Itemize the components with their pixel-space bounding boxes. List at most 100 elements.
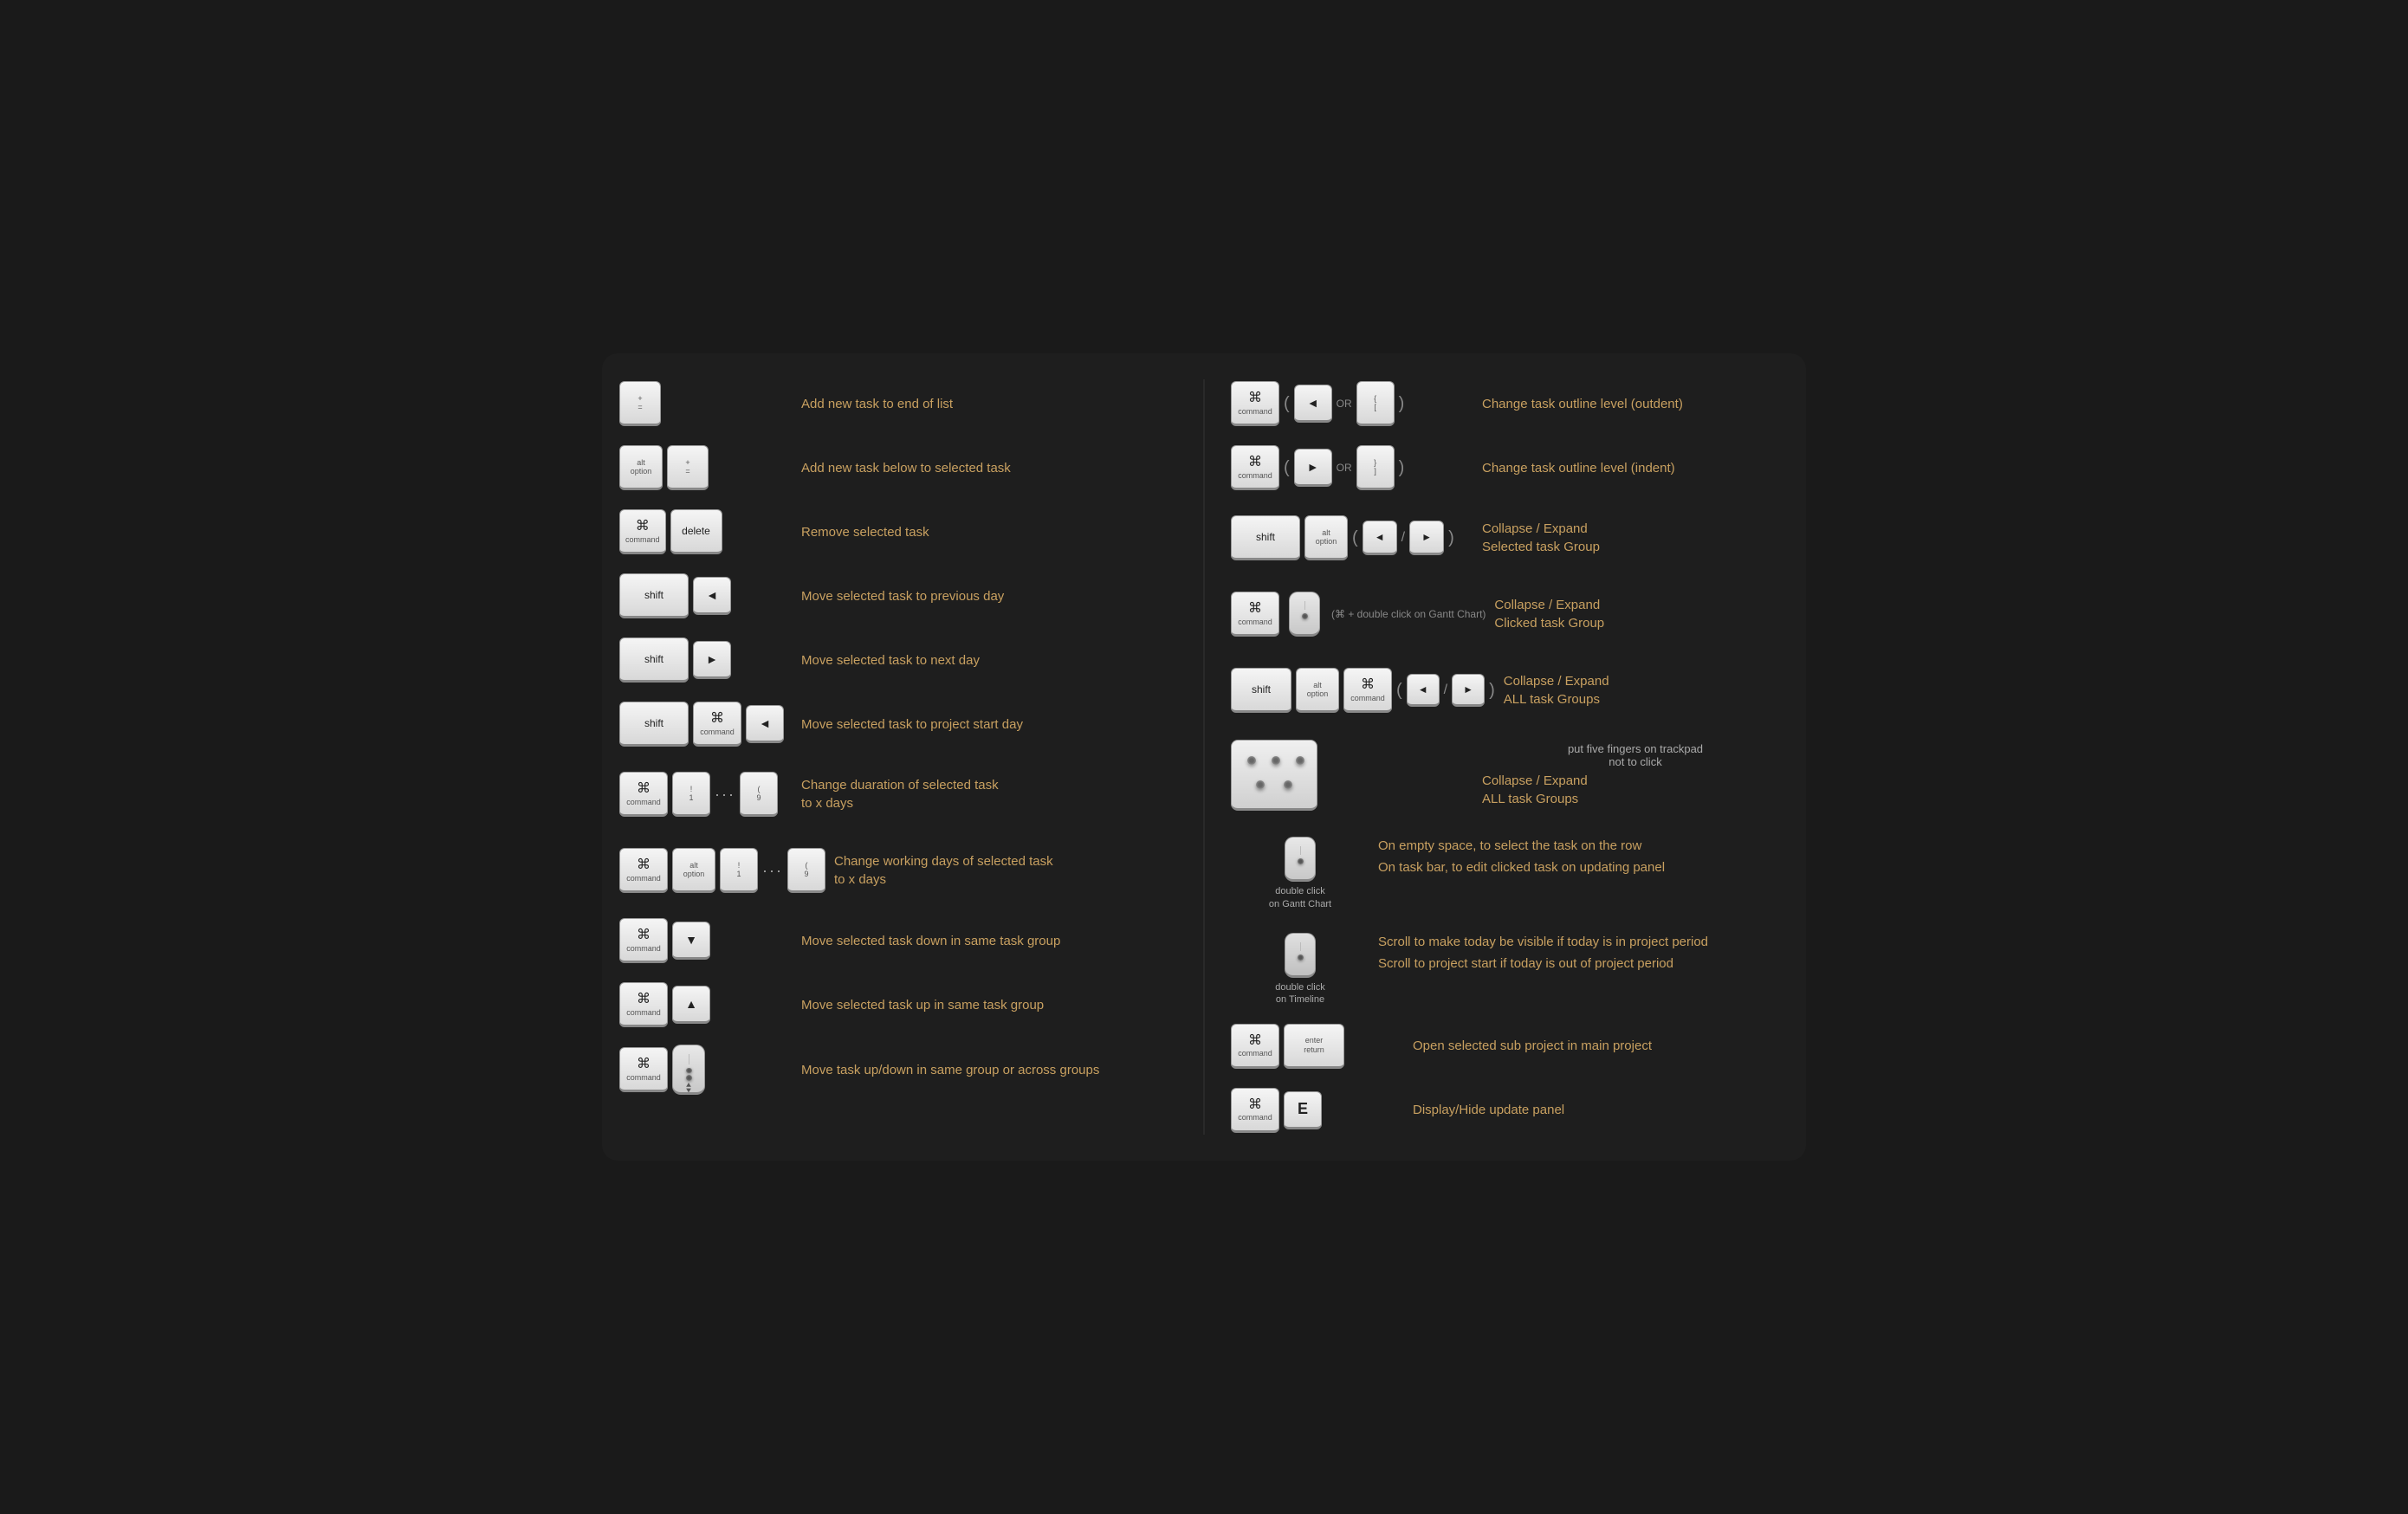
key-shift-1: shift xyxy=(619,573,689,618)
key-1-excl-2: ! 1 xyxy=(720,848,758,893)
desc-dbl-gantt-1: On empty space, to select the task on th… xyxy=(1378,837,1789,855)
desc-open-sub: Open selected sub project in main projec… xyxy=(1413,1037,1789,1055)
key-9-paren-2: ( 9 xyxy=(787,848,825,893)
shortcut-indent: ⌘ command ( ► OR } ] ) Change task outli… xyxy=(1231,443,1789,492)
desc-dbl-timeline-2: Scroll to project start if today is out … xyxy=(1378,954,1789,973)
keys-dbl-gantt: double clickon Gantt Chart xyxy=(1231,837,1369,910)
column-divider xyxy=(1203,379,1205,1134)
key-1-excl: ! 1 xyxy=(672,772,710,817)
key-e: E xyxy=(1284,1091,1322,1129)
shortcut-open-sub: ⌘ command enter return Open selected sub… xyxy=(1231,1022,1789,1071)
key-cmd-3: ⌘ command xyxy=(619,772,668,817)
shortcut-move-down: ⌘ command ▼ Move selected task down in s… xyxy=(619,916,1177,965)
dbl-click-gantt-label: (⌘ + double click on Gantt Chart) xyxy=(1331,608,1486,620)
key-enter-return: enter return xyxy=(1284,1024,1344,1069)
key-shift-2: shift xyxy=(619,637,689,683)
desc-indent: Change task outline level (indent) xyxy=(1482,459,1789,477)
shortcut-duration: ⌘ command ! 1 ··· ( 9 Change duaration o… xyxy=(619,764,1177,825)
desc-display-hide: Display/Hide update panel xyxy=(1413,1101,1789,1119)
key-alt-option-1: alt option xyxy=(619,445,663,490)
key-alt-option-r1: alt option xyxy=(1304,515,1348,560)
keys-mouse-drag: ⌘ command xyxy=(619,1045,793,1095)
desc-dbl-timeline-1: Scroll to make today be visible if today… xyxy=(1378,933,1789,951)
keys-add-below: alt option + = xyxy=(619,445,793,490)
key-plus-equals: + = xyxy=(619,381,661,426)
shortcut-dbl-timeline: double clickon Timeline Scroll to make t… xyxy=(1231,926,1789,1006)
key-right-arrow-r1: ► xyxy=(1294,449,1332,487)
keys-collapse-group: shift alt option ( ◄ / ► ) xyxy=(1231,515,1473,560)
key-up-arrow: ▲ xyxy=(672,986,710,1024)
key-cmd-7: ⌘ command xyxy=(619,1047,668,1092)
shortcut-collapse-all: shift alt option ⌘ command ( ◄ / ► xyxy=(1231,660,1789,721)
desc-trackpad: Collapse / ExpandALL task Groups xyxy=(1482,772,1789,808)
desc-project-start: Move selected task to project start day xyxy=(801,715,1177,734)
dbl-timeline-label: double clickon Timeline xyxy=(1270,981,1330,1006)
mouse-dbl-timeline-icon xyxy=(1285,933,1316,978)
keys-working-days: ⌘ command alt option ! 1 ··· ( 9 xyxy=(619,848,825,893)
shortcut-display-hide: ⌘ command E Display/Hide update panel xyxy=(1231,1086,1789,1135)
key-shift-r1: shift xyxy=(1231,515,1300,560)
shortcut-mouse-drag: ⌘ command Move task up/down in same grou… xyxy=(619,1045,1177,1095)
desc-move-down: Move selected task down in same task gro… xyxy=(801,932,1177,950)
key-cmd-5: ⌘ command xyxy=(619,918,668,963)
desc-next-day: Move selected task to next day xyxy=(801,651,1177,670)
keys-remove: ⌘ command delete xyxy=(619,509,793,554)
key-cmd-6: ⌘ command xyxy=(619,982,668,1027)
key-right-arrow-r3: ► xyxy=(1452,674,1485,707)
key-left-arrow-2: ◄ xyxy=(746,705,784,743)
shortcut-prev-day: shift ◄ Move selected task to previous d… xyxy=(619,572,1177,620)
key-cmd-r3: ⌘ command xyxy=(1231,592,1279,637)
key-left-arrow-1: ◄ xyxy=(693,577,731,615)
key-left-arrow-r1: ◄ xyxy=(1294,385,1332,423)
keys-move-down: ⌘ command ▼ xyxy=(619,918,793,963)
keyboard-shortcuts-container: + = Add new task to end of list alt opti… xyxy=(602,353,1806,1160)
shortcut-add-end: + = Add new task to end of list xyxy=(619,379,1177,428)
desc-add-below: Add new task below to selected task xyxy=(801,459,1177,477)
keys-trackpad xyxy=(1231,740,1473,811)
keys-collapse-gantt: ⌘ command (⌘ + double click on Gantt Cha… xyxy=(1231,592,1486,637)
keys-move-up: ⌘ command ▲ xyxy=(619,982,793,1027)
shortcut-next-day: shift ► Move selected task to next day xyxy=(619,636,1177,684)
key-cmd-r4: ⌘ command xyxy=(1343,668,1392,713)
key-shift-3: shift xyxy=(619,702,689,747)
shortcut-remove: ⌘ command delete Remove selected task xyxy=(619,508,1177,556)
keys-dbl-timeline: double clickon Timeline xyxy=(1231,933,1369,1006)
key-left-arrow-r3: ◄ xyxy=(1407,674,1440,707)
key-alt-option-2: alt option xyxy=(672,848,715,893)
left-column: + = Add new task to end of list alt opti… xyxy=(619,379,1177,1134)
keys-next-day: shift ► xyxy=(619,637,793,683)
shortcut-trackpad: put five fingers on trackpadnot to click… xyxy=(1231,736,1789,814)
trackpad-label: put five fingers on trackpadnot to click xyxy=(1482,742,1789,768)
keys-prev-day: shift ◄ xyxy=(619,573,793,618)
shortcut-working-days: ⌘ command alt option ! 1 ··· ( 9 Change … xyxy=(619,840,1177,901)
keys-duration: ⌘ command ! 1 ··· ( 9 xyxy=(619,772,793,817)
key-right-arrow-r2: ► xyxy=(1409,521,1444,555)
key-left-arrow-r2: ◄ xyxy=(1363,521,1397,555)
keys-project-start: shift ⌘ command ◄ xyxy=(619,702,793,747)
key-shift-r2: shift xyxy=(1231,668,1291,713)
right-column: ⌘ command ( ◄ OR { [ ) Change task outli… xyxy=(1231,379,1789,1134)
key-delete: delete xyxy=(670,509,722,554)
shortcut-collapse-gantt: ⌘ command (⌘ + double click on Gantt Cha… xyxy=(1231,584,1789,644)
mouse-dbl-gantt-icon xyxy=(1285,837,1316,882)
key-brace-close: } ] xyxy=(1356,445,1395,490)
key-cmd-r2: ⌘ command xyxy=(1231,445,1279,490)
desc-duration: Change duaration of selected taskto x da… xyxy=(801,776,1177,812)
key-9-paren: ( 9 xyxy=(740,772,778,817)
dots-1: ··· xyxy=(715,786,735,804)
keys-indent: ⌘ command ( ► OR } ] ) xyxy=(1231,445,1473,490)
key-plus-equals-2: + = xyxy=(667,445,709,490)
key-cmd-2: ⌘ command xyxy=(693,702,741,747)
shortcut-add-below: alt option + = Add new task below to sel… xyxy=(619,443,1177,492)
keys-add-end: + = xyxy=(619,381,793,426)
trackpad-icon xyxy=(1231,740,1317,811)
dots-2: ··· xyxy=(762,862,783,880)
desc-remove: Remove selected task xyxy=(801,523,1177,541)
key-down-arrow: ▼ xyxy=(672,922,710,960)
desc-collapse-gantt: Collapse / ExpandClicked task Group xyxy=(1494,596,1789,632)
key-cmd-4: ⌘ command xyxy=(619,848,668,893)
key-cmd-1: ⌘ command xyxy=(619,509,666,554)
key-cmd-r1: ⌘ command xyxy=(1231,381,1279,426)
keys-display-hide: ⌘ command E xyxy=(1231,1088,1404,1133)
keys-open-sub: ⌘ command enter return xyxy=(1231,1024,1404,1069)
